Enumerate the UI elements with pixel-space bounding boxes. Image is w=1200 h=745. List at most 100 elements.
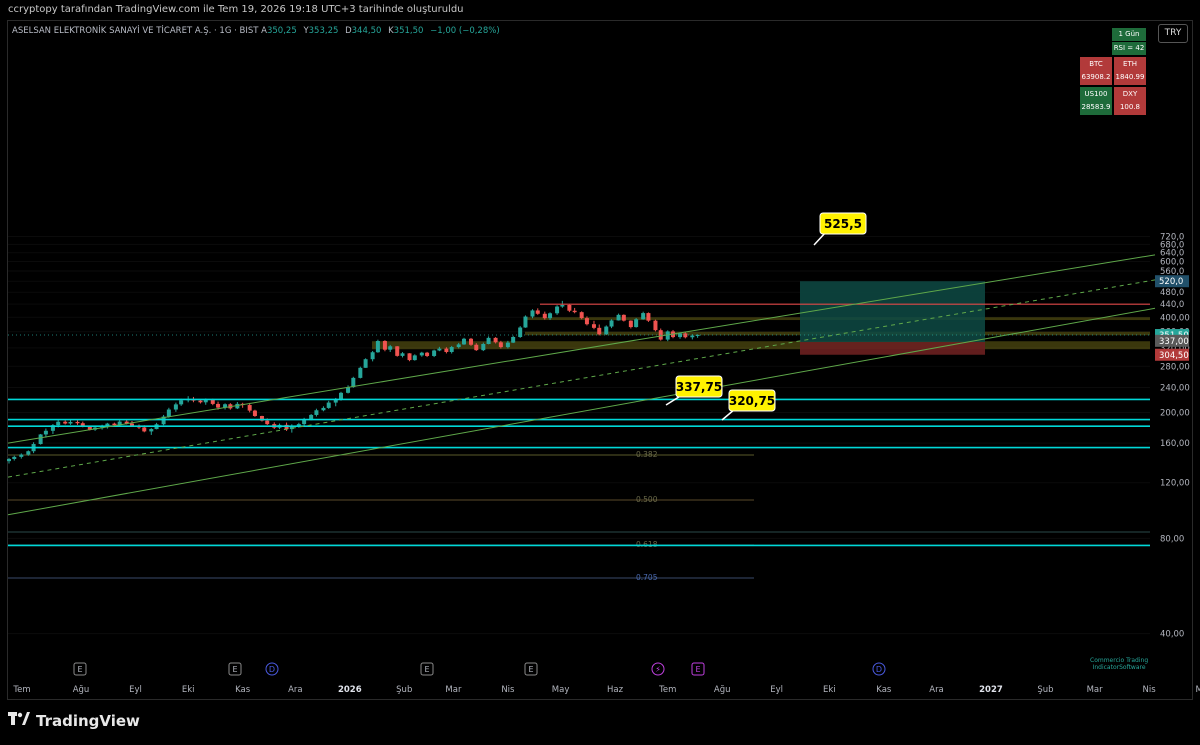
candle-body [609,320,614,327]
candle-body [628,320,633,328]
y-tick-label: 240,00 [1160,383,1190,393]
open-value: 350,25 [266,26,297,36]
candle-body [412,355,417,361]
y-tick-label: 160,00 [1160,439,1190,449]
candle-body [68,421,73,424]
dividend-event-icon[interactable]: D [265,662,279,676]
channel-lower-line[interactable] [7,307,1156,516]
candle-body [683,333,688,338]
candle-body [179,400,184,405]
candle-body [247,405,252,411]
candle-body [56,421,61,426]
earnings-event-icon[interactable]: E [228,662,242,676]
candle-body [149,429,154,432]
tradingview-logo-icon [8,712,30,730]
x-tick-label: Mar [1087,685,1104,695]
candle-body [591,324,596,328]
candle-body [7,458,11,462]
candle-body [302,420,307,425]
callout-label: 525,5 [824,217,862,231]
candle-body [252,410,257,416]
split-event-icon[interactable]: ⚡ [651,662,665,676]
price-chart[interactable]: 0.3820.5000.6180.705 525,5337,75320,75 7… [0,0,1200,745]
price-callout[interactable]: 337,75 [665,375,723,406]
candle-body [474,344,479,351]
candle-body [548,313,553,319]
mini-cell-value: 1840.99 [1115,73,1145,81]
candle-body [461,338,466,345]
candle-body [388,346,393,350]
earnings-event-icon[interactable]: E [691,662,705,676]
low-label: D [345,26,352,36]
watermark-line1: Commercio Trading [1090,657,1149,664]
candle-body [505,342,510,348]
candle-body [166,409,171,417]
x-tick-label: Şub [1037,685,1053,695]
candle-body [358,367,363,378]
mini-table-cell: US100 28583.9 [1080,87,1112,115]
mini-interval: 1 Gün [1112,28,1146,41]
mini-cell-value: 28583.9 [1081,103,1111,111]
y-tick-label: 480,0 [1160,288,1184,298]
tradingview-brand[interactable]: TradingView [8,712,140,730]
candle-body [173,404,178,410]
brand-name: TradingView [36,712,140,730]
candle-body [604,326,609,335]
price-callout[interactable]: 525,5 [813,212,867,246]
mini-cell-label: ETH [1123,60,1137,68]
candle-body [616,314,621,321]
x-tick-label: Mar [445,685,462,695]
x-tick-label: Ağu [73,685,90,695]
candle-body [456,344,461,348]
mini-cell-label: BTC [1089,60,1103,68]
candle-body [12,456,17,459]
x-tick-label: Eki [182,685,195,695]
y-tick-label: 400,00 [1160,313,1190,323]
earnings-event-icon[interactable]: E [524,662,538,676]
candle-body [634,319,639,328]
mini-cell-label: DXY [1122,90,1138,98]
candle-body [523,316,528,328]
event-letter: ⚡ [655,665,661,674]
candle-body [481,343,486,351]
candle-body [38,434,43,445]
dividend-event-icon[interactable]: D [872,662,886,676]
x-tick-label: May [552,685,570,695]
callout-label: 320,75 [729,394,775,408]
earnings-event-icon[interactable]: E [73,662,87,676]
currency-button[interactable]: TRY [1158,24,1188,43]
candle-body [560,304,565,307]
candle-body [597,327,602,335]
candle-body [407,353,412,361]
earnings-event-icon[interactable]: E [420,662,434,676]
candle-body [265,420,270,425]
fib-label: 0.618 [636,540,658,549]
event-letter: D [269,665,275,674]
candle-body [432,350,437,356]
close-value: 351,50 [393,26,424,36]
candle-body [26,451,31,455]
candle-body [542,313,547,319]
profit-zone[interactable] [800,281,985,343]
candle-body [112,423,117,426]
candle-body [370,352,375,360]
y-tick-label: 80,00 [1160,534,1184,544]
indicator-watermark: Commercio Trading IndicatorSoftware [1090,657,1148,671]
close-label: K [388,26,394,36]
event-letter: D [876,665,882,674]
candle-body [198,400,203,403]
candle-body [351,377,356,388]
candle-body [518,327,523,338]
event-letter: E [424,665,429,674]
candle-body [216,403,221,408]
x-tick-label: 2026 [338,685,362,695]
candle-body [43,430,48,435]
price-callout[interactable]: 320,75 [721,389,776,421]
x-tick-label: Ara [288,685,303,695]
x-tick-label: Nis [501,685,515,695]
y-tick-label: 200,00 [1160,409,1190,419]
candle-body [486,337,491,344]
candle-body [142,427,147,432]
candle-body [314,410,319,415]
event-letter: E [77,665,82,674]
